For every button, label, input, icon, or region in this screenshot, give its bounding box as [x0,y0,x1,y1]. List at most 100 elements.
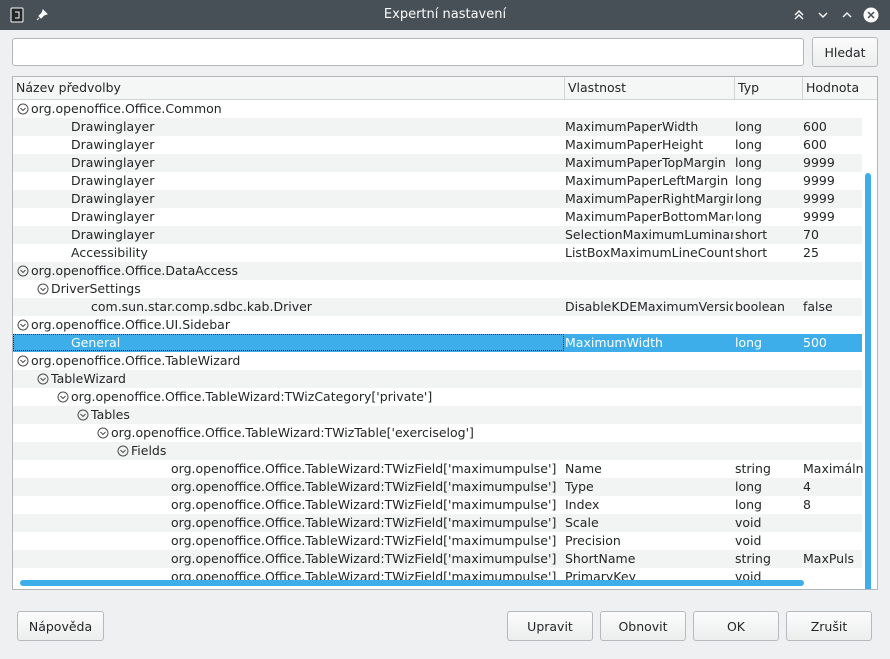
tree-row[interactable]: org.openoffice.Office.TableWizard:TWizCa… [13,388,862,406]
tree-row-type: short [735,245,768,260]
tree-row-value [803,280,863,298]
tree-row[interactable]: org.openoffice.Office.Common [13,100,862,118]
tree-row-value: 9999 [803,173,835,188]
tree-row[interactable]: org.openoffice.Office.TableWizard:TWizFi… [13,532,862,550]
collapse-icon[interactable] [37,283,49,295]
tree-row[interactable]: org.openoffice.Office.TableWizard:TWizFi… [13,496,862,514]
tree-row-name: org.openoffice.Office.UI.Sidebar [31,317,230,332]
edit-button[interactable]: Upravit [507,611,593,641]
column-header-property[interactable]: Vlastnost [565,77,735,99]
tree-row-value: MaxPuls [803,551,855,566]
tree-row[interactable]: Drawinglayer MaximumPaperWidth long 600 [13,118,862,136]
tree-row-type: long [735,497,762,512]
tree-row-value [803,388,863,406]
tree-row[interactable]: org.openoffice.Office.TableWizard:TWizFi… [13,514,862,532]
maximize-icon[interactable] [836,0,858,30]
tree-row-property [565,442,733,460]
tree-row-property: Precision [565,533,621,548]
tree-row-type [735,388,801,406]
tree-row[interactable]: Drawinglayer SelectionMaximumLuminancePer… [13,226,862,244]
tree-row[interactable]: Accessibility ListBoxMaximumLineCount shor… [13,244,862,262]
tree-row[interactable]: Drawinglayer MaximumPaperTopMargin long 999… [13,154,862,172]
tree-row[interactable]: General MaximumWidth long 500 [13,334,862,352]
tree-row-value: 9999 [803,155,835,170]
tree-row-type: string [735,551,771,566]
tree-row-value [803,352,863,370]
tree-row-name: DriverSettings [51,281,141,296]
collapse-icon[interactable] [37,373,49,385]
tree-row-type [735,370,801,388]
collapse-icon[interactable] [77,409,89,421]
tree-row-property: MaximumPaperHeight [565,137,704,152]
tree-rows: org.openoffice.Office.Common Drawinglayer… [13,100,863,586]
column-header-type[interactable]: Typ [735,77,803,99]
tree-row-value [803,316,863,334]
tree-row-property: Type [565,479,594,494]
tree-row-property: MaximumWidth [565,335,663,350]
tree-row[interactable]: org.openoffice.Office.DataAccess [13,262,862,280]
tree-row-name: Drawinglayer [71,119,155,134]
search-input[interactable] [12,38,804,66]
collapse-icon[interactable] [57,391,69,403]
settings-tree[interactable]: Název předvolby Vlastnost Typ Hodnota or… [12,76,878,590]
column-header-name[interactable]: Název předvolby [13,77,565,99]
column-header-value[interactable]: Hodnota [803,77,877,99]
tree-row-name: Drawinglayer [71,227,155,242]
collapse-icon[interactable] [17,265,29,277]
tree-row[interactable]: org.openoffice.Office.UI.Sidebar [13,316,862,334]
vertical-scrollbar[interactable] [865,173,871,589]
horizontal-scrollbar[interactable] [20,580,804,586]
tree-row-name: Accessibility [71,245,148,260]
tree-row-property [565,388,733,406]
tree-row-name: org.openoffice.Office.TableWizard:TWizFi… [171,497,557,512]
title-bar: Expertní nastavení [0,0,890,30]
minimize-icon[interactable] [812,0,834,30]
tree-row-type [735,442,801,460]
tree-row[interactable]: Drawinglayer MaximumPaperLeftMargin long 99… [13,172,862,190]
help-button[interactable]: Nápověda [17,611,104,641]
tree-row[interactable]: org.openoffice.Office.TableWizard:TWizFi… [13,550,862,568]
tree-row-name: General [71,335,121,350]
tree-row-property: MaximumPaperLeftMargin [565,173,729,188]
tree-row-name: org.openoffice.Office.Common [31,101,222,116]
tree-row-property: MaximumPaperRightMargin [565,191,733,206]
tree-row-property: ShortName [565,551,636,566]
tree-row[interactable]: org.openoffice.Office.TableWizard:TWizTa… [13,424,862,442]
tree-row-value [803,442,863,460]
cancel-button[interactable]: Zrušit [786,611,872,641]
reset-button[interactable]: Obnovit [600,611,686,641]
tree-row[interactable]: Drawinglayer MaximumPaperBottomMargin long… [13,208,862,226]
tree-row[interactable]: org.openoffice.Office.TableWizard:TWizFi… [13,478,862,496]
tree-row-value: 4 [803,479,811,494]
ok-button[interactable]: OK [693,611,779,641]
tree-row-property [565,316,733,334]
tree-row[interactable]: Drawinglayer MaximumPaperRightMargin long 9… [13,190,862,208]
collapse-icon[interactable] [97,427,109,439]
tree-row-type [735,406,801,424]
tree-row[interactable]: Tables [13,406,862,424]
tree-row-name: org.openoffice.Office.TableWizard:TWizCa… [71,389,433,404]
tree-row-property: SelectionMaximumLuminancePercent [565,227,733,242]
collapse-icon[interactable] [17,103,29,115]
collapse-icon[interactable] [17,355,29,367]
tree-row-name: Drawinglayer [71,173,155,188]
tree-row-type: short [735,227,768,242]
tree-row[interactable]: com.sun.star.comp.sdbc.kab.Driver Disable… [13,298,862,316]
search-button[interactable]: Hledat [812,37,878,67]
close-icon[interactable] [860,0,882,30]
tree-row-type: long [735,335,762,350]
tree-row[interactable]: org.openoffice.Office.TableWizard [13,352,862,370]
tree-row-value [803,100,863,118]
tree-row-type: boolean [735,299,785,314]
tree-row[interactable]: Drawinglayer MaximumPaperHeight long 600 [13,136,862,154]
keep-above-icon[interactable] [788,0,810,30]
tree-row-type: long [735,191,762,206]
collapse-icon[interactable] [17,319,29,331]
tree-row[interactable]: Fields [13,442,862,460]
tree-row[interactable]: DriverSettings [13,280,862,298]
tree-row-type [735,316,801,334]
tree-row[interactable]: TableWizard [13,370,862,388]
tree-row[interactable]: org.openoffice.Office.TableWizard:TWizFi… [13,460,863,478]
tree-row-type: long [735,137,762,152]
collapse-icon[interactable] [117,445,129,457]
